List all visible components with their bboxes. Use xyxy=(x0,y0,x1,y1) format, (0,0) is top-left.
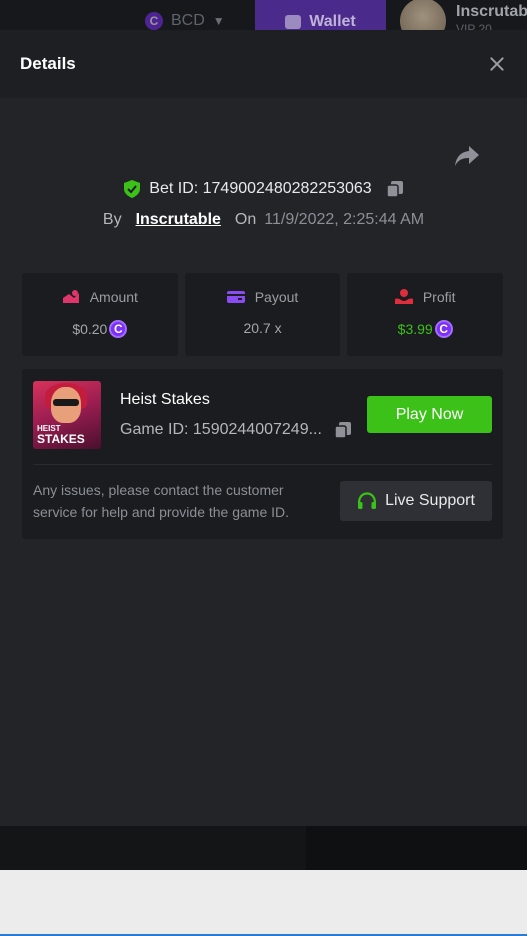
amount-icon xyxy=(62,290,79,303)
bet-id: Bet ID: 1749002480282253063 xyxy=(149,180,372,197)
profit-value: $3.99 xyxy=(397,321,433,337)
bet-date: 11/9/2022, 2:25:44 AM xyxy=(264,211,425,228)
bet-id-row: Bet ID: 1749002480282253063 xyxy=(0,180,527,198)
game-id: Game ID: 1590244007249... xyxy=(120,421,322,438)
bcd-coin-icon: C xyxy=(109,320,128,338)
bcd-coin-icon: C xyxy=(434,320,453,338)
stat-payout: Payout 20.7 x xyxy=(184,273,341,356)
amount-value: $0.20 xyxy=(72,321,108,337)
game-thumbnail-logo: HEIST STAKES xyxy=(37,424,85,446)
bettor-username-link[interactable]: Inscrutable xyxy=(136,211,221,229)
support-notice: Any issues, please contact the customer … xyxy=(33,482,290,520)
close-icon[interactable] xyxy=(487,54,507,74)
divider xyxy=(33,464,492,465)
on-label: On xyxy=(234,211,257,228)
vip-level: VIP 20 xyxy=(456,22,492,30)
amount-label: Amount xyxy=(89,289,138,305)
payout-value: 20.7 x xyxy=(243,320,282,336)
stat-profit: Profit $3.99 C xyxy=(347,273,504,356)
avatar[interactable] xyxy=(400,0,446,30)
currency-selector[interactable]: C BCD ▼ xyxy=(145,12,225,30)
wallet-button[interactable]: Wallet xyxy=(255,0,386,30)
footer-area xyxy=(0,870,527,936)
copy-icon[interactable] xyxy=(385,180,404,198)
payout-card-icon xyxy=(226,291,245,303)
header-username[interactable]: Inscrutable xyxy=(456,3,527,21)
game-name[interactable]: Heist Stakes xyxy=(120,391,210,409)
live-support-label: Live Support xyxy=(385,492,475,509)
stat-amount: Amount $0.20 C xyxy=(22,273,178,356)
game-thumbnail[interactable]: HEIST STAKES xyxy=(33,381,101,449)
shield-check-icon xyxy=(124,180,141,198)
top-navigation-bar: C BCD ▼ Wallet Inscrutable VIP 20 xyxy=(0,0,527,30)
share-icon[interactable] xyxy=(454,145,480,167)
headset-icon xyxy=(357,492,377,509)
chevron-down-icon: ▼ xyxy=(212,14,225,28)
bcd-coin-icon: C xyxy=(145,12,163,30)
profit-icon xyxy=(394,289,413,304)
wallet-icon xyxy=(285,15,302,29)
game-card: HEIST STAKES Heist Stakes Game ID: 15902… xyxy=(22,369,503,539)
by-label: By xyxy=(102,211,122,228)
play-now-button[interactable]: Play Now xyxy=(367,396,492,433)
bet-author-row: By Inscrutable On 11/9/2022, 2:25:44 AM xyxy=(0,211,527,229)
bet-stats: Amount $0.20 C Payout 20.7 x Profit $3.9… xyxy=(22,273,504,356)
bottom-bar xyxy=(0,826,527,870)
modal-title: Details xyxy=(20,54,76,73)
currency-label: BCD xyxy=(171,12,205,29)
game-id-row: Game ID: 1590244007249... xyxy=(120,421,352,439)
wallet-label: Wallet xyxy=(309,13,356,30)
payout-label: Payout xyxy=(254,289,299,305)
live-support-button[interactable]: Live Support xyxy=(340,481,492,521)
details-modal: Details Bet ID: 1749002480282253063 By I… xyxy=(0,30,527,826)
copy-icon[interactable] xyxy=(334,421,352,439)
modal-header: Details xyxy=(0,30,527,98)
profit-label: Profit xyxy=(422,289,456,305)
